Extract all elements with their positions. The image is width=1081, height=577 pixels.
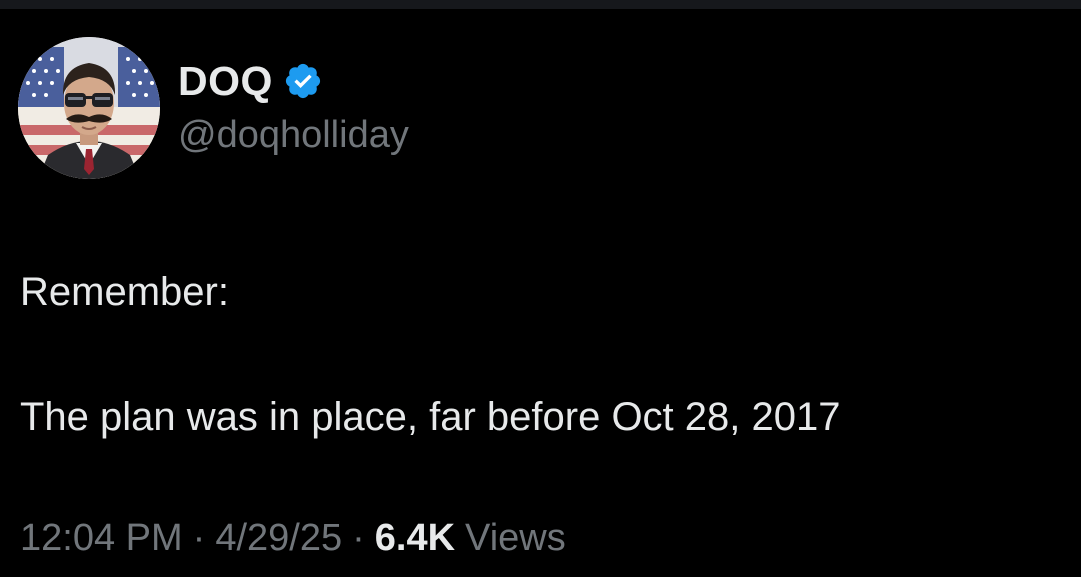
views-count[interactable]: 6.4K: [375, 517, 455, 560]
tweet-date[interactable]: 4/29/25: [215, 517, 342, 560]
tweet-text-line: Remember:: [20, 270, 229, 314]
author-name-row[interactable]: DOQ: [178, 56, 323, 106]
author-handle[interactable]: @doqholliday: [178, 114, 409, 157]
meta-separator: ·: [352, 517, 365, 559]
avatar-portrait-icon: [18, 37, 160, 179]
tweet-text-line: The plan was in place, far before Oct 28…: [20, 395, 841, 439]
meta-separator: ·: [192, 517, 206, 559]
top-divider: [0, 0, 1081, 9]
tweet-meta: 12:04 PM · 4/29/25 · 6.4K Views: [20, 517, 566, 560]
tweet-time[interactable]: 12:04 PM: [20, 517, 183, 560]
views-label[interactable]: Views: [465, 517, 566, 560]
display-name[interactable]: DOQ: [178, 58, 273, 105]
avatar[interactable]: [18, 37, 160, 179]
verified-badge-icon[interactable]: [283, 61, 323, 101]
